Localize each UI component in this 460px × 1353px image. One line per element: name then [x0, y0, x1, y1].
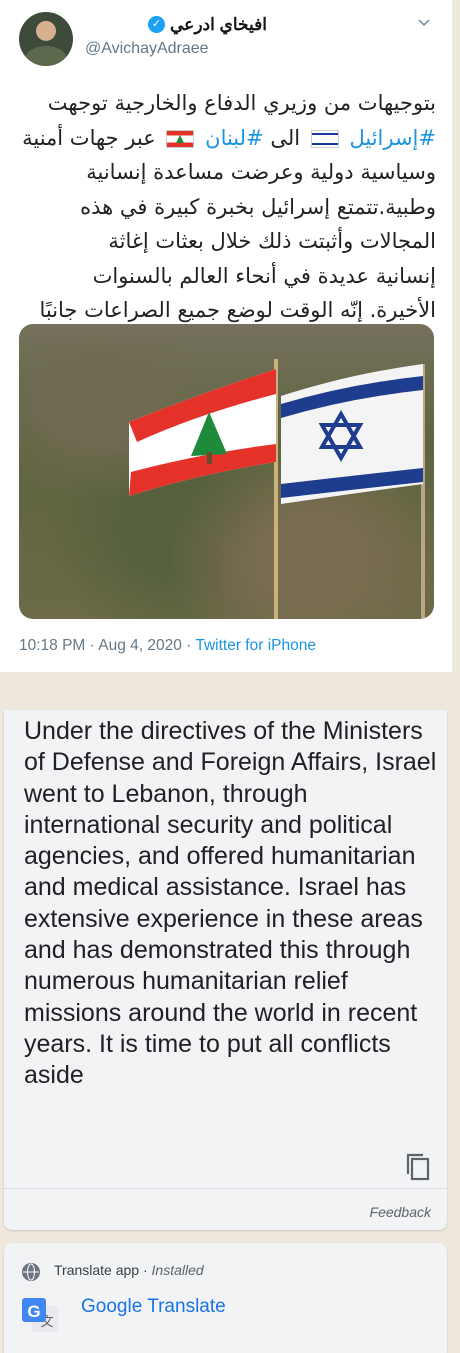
translation-card: Under the directives of the Ministers of… [4, 710, 447, 1230]
verified-badge-icon: ✓ [148, 16, 165, 33]
tweet-line-2: #إسرائيل الى #لبنان عبر جهات أمنية [18, 121, 436, 156]
lebanon-flag-icon [166, 129, 195, 148]
tweet-text: بتوجيهات من وزيري الدفاع والخارجية توجهت… [18, 86, 436, 328]
hashtag-lebanon[interactable]: #لبنان [205, 126, 264, 150]
feedback-link[interactable]: Feedback [370, 1204, 431, 1220]
globe-icon [22, 1263, 40, 1281]
tweet-line-3: وسياسية دولية وعرضت مساعدة إنسانية [86, 160, 436, 184]
app-label-text: Translate app · [54, 1262, 152, 1278]
display-name[interactable]: افيخاي ادرعي [170, 15, 267, 35]
tweet-line-6: إنسانية عديدة في أنحاء العالم بالسنوات [92, 263, 436, 288]
app-name-link[interactable]: Google Translate [81, 1296, 226, 1318]
handle[interactable]: @AvichayAdraee [85, 40, 209, 58]
israel-flag-icon [310, 129, 339, 148]
app-suggestion-card[interactable]: Translate app · Installed 文 G Google Tra… [4, 1243, 447, 1353]
tweet-timestamp: 10:18 PM · Aug 4, 2020 · Twitter for iPh… [19, 637, 316, 655]
translated-text: Under the directives of the Ministers of… [24, 717, 437, 1090]
tweet-line-7: الأخيرة. إنّه الوقت لوضع جميع الصراعات ج… [39, 298, 436, 322]
tweet-line-4: وطبية.تتمتع إسرائيل بخبرة كبيرة في هذه [80, 194, 436, 219]
tweet-line-5: المجالات وأثبتت ذلك خلال بعثات إغاثة [108, 229, 436, 253]
app-install-label: Translate app · Installed [54, 1262, 204, 1278]
line2-rest: عبر جهات أمنية [22, 125, 156, 150]
tweet-photo[interactable] [19, 324, 434, 619]
google-translate-icon[interactable]: 文 G [20, 1296, 60, 1336]
avatar[interactable] [19, 12, 73, 66]
app-status: Installed [151, 1262, 204, 1278]
svg-text:G: G [27, 1302, 40, 1321]
hashtag-israel[interactable]: #إسرائيل [349, 126, 436, 150]
divider [4, 1188, 447, 1189]
timestamp-text: 10:18 PM · Aug 4, 2020 · [19, 637, 196, 654]
tweet-line-1: بتوجيهات من وزيري الدفاع والخارجية توجهت [47, 91, 436, 115]
copy-icon[interactable] [404, 1152, 432, 1182]
tweet-source-link[interactable]: Twitter for iPhone [195, 637, 316, 654]
word-to: الى [270, 125, 301, 150]
chevron-down-icon[interactable] [416, 14, 432, 30]
tweet-card: ✓ افيخاي ادرعي @AvichayAdraee بتوجيهات م… [0, 0, 452, 672]
